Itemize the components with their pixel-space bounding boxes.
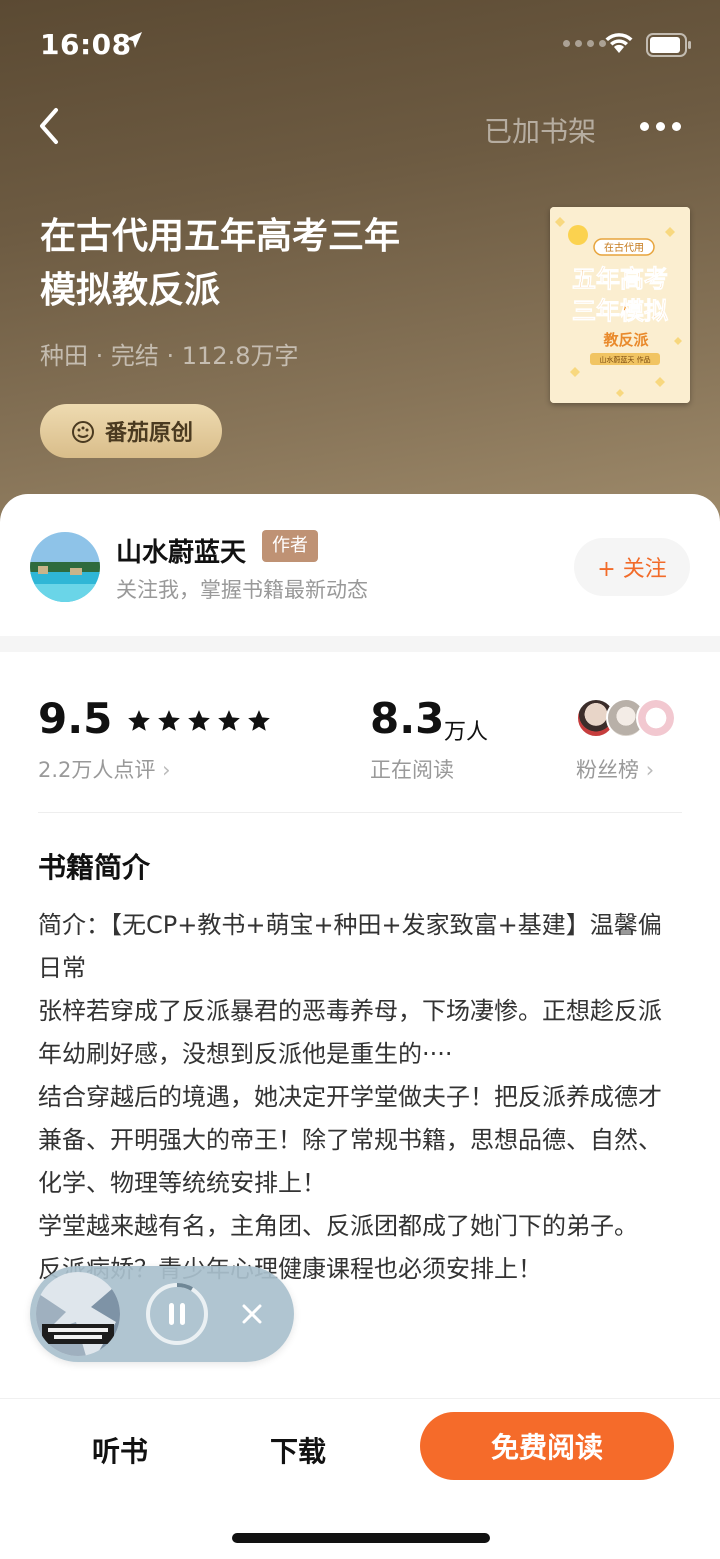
cover-author: 山水蔚蓝天 作品 [599, 355, 650, 364]
fans-rank-link[interactable]: 粉丝榜 › [576, 754, 654, 784]
divider [38, 812, 682, 813]
reading-count: 8.3 [370, 694, 445, 743]
fans-rank-label: 粉丝榜 [576, 758, 639, 782]
home-indicator [232, 1533, 490, 1543]
signal-icon [563, 40, 606, 47]
rating-stars [126, 708, 272, 734]
reviews-link[interactable]: 2.2万人点评 › [38, 754, 171, 784]
intro-section-title: 书籍简介 [38, 851, 151, 884]
intro-paragraph: 学堂越来越有名，主角团、反派团都成了她门下的弟子。 [38, 1212, 638, 1240]
star-icon [248, 710, 270, 731]
free-read-button[interactable]: 免费阅读 [420, 1412, 674, 1480]
cover-line2: 三年模拟 [572, 297, 668, 325]
book-meta: 种田 · 完结 · 112.8万字 [40, 342, 299, 370]
wifi-icon [604, 31, 634, 59]
status-bar: 16:08 [0, 0, 720, 90]
location-arrow-icon [124, 30, 144, 54]
cover-top-label: 在古代用 [604, 241, 644, 254]
star-icon [218, 710, 240, 731]
reading-label: 正在阅读 [370, 758, 454, 782]
original-badge[interactable]: 番茄原创 [40, 404, 222, 458]
download-button[interactable]: 下载 [270, 1430, 326, 1470]
cover-line3: 教反派 [602, 331, 649, 349]
pause-button[interactable] [145, 1282, 209, 1346]
cover-line1: 五年高考 [572, 265, 668, 293]
rating-score: 9.5 [38, 694, 113, 743]
fan-avatar [636, 698, 676, 738]
intro-paragraph: 张梓若穿成了反派暴君的恶毒养母，下场凄惨。正想趁反派年幼刷好感，没想到反派他是重… [38, 997, 662, 1068]
star-icon [188, 710, 210, 731]
chevron-right-icon: › [162, 758, 171, 782]
added-to-shelf-button[interactable]: 已加书架 [484, 110, 596, 150]
section-divider [0, 636, 720, 652]
reading-unit: 万人 [444, 720, 489, 745]
book-title: 在古代用五年高考三年 模拟教反派 [40, 210, 460, 318]
author-avatar[interactable] [30, 532, 100, 602]
author-description: 关注我，掌握书籍最新动态 [116, 578, 368, 602]
listen-button[interactable]: 听书 [92, 1430, 148, 1470]
original-badge-label: 番茄原创 [104, 421, 193, 446]
intro-paragraph: 结合穿越后的境遇，她决定开学堂做夫子！把反派养成德才兼备、开明强大的帝王！除了常… [38, 1083, 662, 1197]
book-title-line: 模拟教反派 [40, 270, 221, 311]
author-tag: 作者 [262, 530, 318, 562]
author-name[interactable]: 山水蔚蓝天 [116, 532, 246, 569]
chevron-right-icon: › [645, 758, 655, 782]
follow-button[interactable]: + 关注 [574, 538, 690, 596]
back-icon[interactable] [30, 104, 70, 148]
fans-avatars[interactable] [576, 698, 686, 744]
close-icon[interactable] [236, 1298, 268, 1330]
status-time: 16:08 [40, 28, 132, 61]
intro-paragraph: 简介：【无CP+教书+萌宝+种田+发家致富+基建】温馨偏日常 [38, 911, 662, 982]
tomato-icon [71, 421, 94, 443]
reviews-count: 2.2万人点评 [38, 758, 156, 782]
more-icon[interactable] [640, 116, 684, 136]
audio-mini-player[interactable] [30, 1266, 294, 1362]
audiobook-cover[interactable] [36, 1272, 120, 1356]
star-icon [158, 710, 180, 731]
book-cover[interactable]: 在古代用 五年高考 三年模拟 教反派 山水蔚蓝天 作品 [550, 207, 690, 403]
star-icon [128, 710, 150, 731]
book-title-line: 在古代用五年高考三年 [40, 216, 401, 257]
battery-icon [646, 33, 692, 61]
